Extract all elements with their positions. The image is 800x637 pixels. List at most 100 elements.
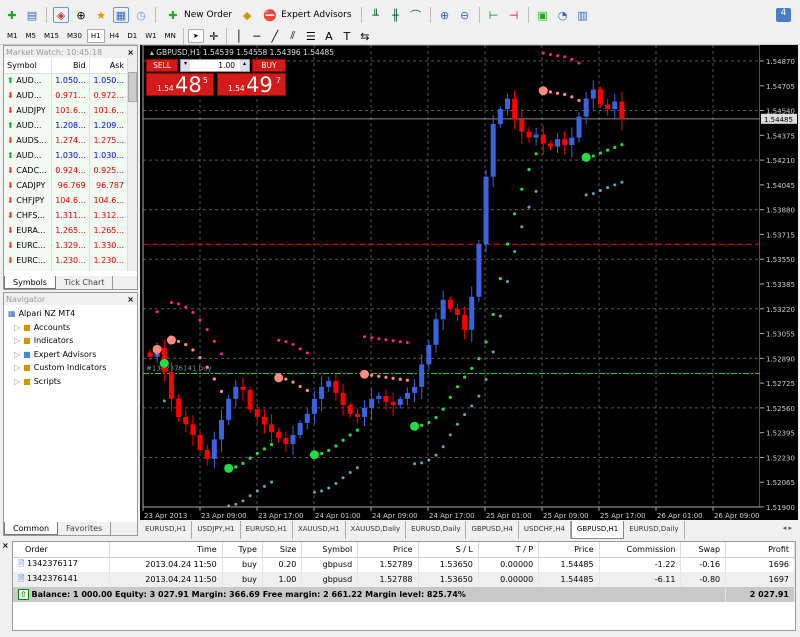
chart-tab[interactable]: EURUSD,Daily <box>406 521 467 539</box>
expand-icon[interactable]: ▷ <box>14 350 20 359</box>
column-header[interactable]: Order <box>13 542 110 558</box>
chart-tab[interactable]: GBPUSD,H1 <box>570 521 625 539</box>
line-chart-icon[interactable]: ⌒ <box>408 7 424 23</box>
tab-common[interactable]: Common <box>4 522 59 535</box>
column-header[interactable]: S / L <box>418 542 479 558</box>
market-watch-icon[interactable]: ◈ <box>53 7 69 23</box>
trade-row[interactable]: 🗎 1342376117 2013.04.24 11:50 buy 0.20 gbpus… <box>13 557 795 572</box>
vertical-line-icon[interactable]: │ <box>231 28 247 44</box>
navigator-item-custom-indicators[interactable]: ▷ ■ Custom Indicators <box>8 361 133 375</box>
market-watch-row[interactable]: ⬇ EURA... 1.265... 1.265... <box>4 223 129 238</box>
buy-button[interactable]: BUY <box>252 59 286 72</box>
column-header[interactable]: T / P <box>478 542 540 558</box>
market-watch-row[interactable]: ⬇ AUD... 0.971... 0.972... <box>4 88 129 103</box>
navigator-root[interactable]: ▦ Alpari NZ MT4 <box>8 307 133 321</box>
timeframe-m1[interactable]: M1 <box>4 29 21 43</box>
market-watch-row[interactable]: ⬇ CADC... 0.924... 0.925... <box>4 163 129 178</box>
expand-icon[interactable]: ▷ <box>14 323 20 332</box>
chart-tab[interactable]: XAUUSD,H1 <box>293 521 346 539</box>
market-watch-row[interactable]: ⬆ AUD... 1.208... 1.209... <box>4 118 129 133</box>
tab-tick-chart[interactable]: Tick Chart <box>56 276 114 289</box>
market-watch-scrollbar[interactable] <box>127 58 137 271</box>
chart-tab[interactable]: XAUUSD,Daily <box>346 521 407 539</box>
column-header[interactable]: Time <box>109 542 223 558</box>
tab-symbols[interactable]: Symbols <box>4 276 56 289</box>
strategy-tester-icon[interactable]: ◷ <box>133 7 149 23</box>
text-icon[interactable]: A <box>321 28 337 44</box>
horizontal-line-icon[interactable]: ─ <box>249 28 265 44</box>
cursor-icon[interactable]: ➤ <box>187 29 204 43</box>
terminal-close-icon[interactable]: × <box>2 541 12 633</box>
lot-decrease-icon[interactable]: ▾ <box>181 60 190 71</box>
profiles-icon[interactable]: ▤ <box>24 7 40 23</box>
sell-button[interactable]: SELL <box>146 59 178 72</box>
candlestick-icon[interactable]: ╫ <box>388 7 404 23</box>
timeframe-m5[interactable]: M5 <box>23 29 40 43</box>
timeframe-mn[interactable]: MN <box>162 29 179 43</box>
expand-icon[interactable]: ▷ <box>14 377 20 386</box>
scrollbar-thumb[interactable] <box>128 72 137 102</box>
column-header[interactable]: Size <box>262 542 303 558</box>
column-header[interactable]: Price <box>538 542 600 558</box>
equidistant-channel-icon[interactable]: ⫽ <box>285 28 301 44</box>
price-chart[interactable]: #1342376141 buy1.548701.547051.545401.54… <box>140 45 798 520</box>
trade-row[interactable]: 🗎 1342376141 2013.04.24 11:50 buy 1.00 gbpus… <box>13 572 795 587</box>
crosshair-icon[interactable]: ✛ <box>206 28 222 44</box>
new-order-button[interactable]: ✚ New Order <box>162 5 235 25</box>
zoom-in-icon[interactable]: ⊕ <box>437 7 453 23</box>
terminal-icon[interactable]: ▦ <box>113 7 129 23</box>
indicators-icon[interactable]: ▣ <box>535 7 551 23</box>
warning-icon[interactable]: ◆ <box>239 7 255 23</box>
market-watch-row[interactable]: ⬇ EURC... 1.230... 1.230... <box>4 253 129 268</box>
expert-advisors-button[interactable]: ⛔ Expert Advisors <box>259 5 354 25</box>
chart-tab[interactable]: USDCHF,H4 <box>519 521 571 539</box>
column-header[interactable]: Type <box>222 542 263 558</box>
chart-tab[interactable]: GBPUSD,H4 <box>466 521 519 539</box>
sell-price-button[interactable]: 1.54 48 5 <box>146 73 214 97</box>
timeframe-d1[interactable]: D1 <box>124 29 140 43</box>
auto-scroll-icon[interactable]: ⊢ <box>486 7 502 23</box>
crosshair-data-window-icon[interactable]: ⊕ <box>73 7 89 23</box>
close-icon[interactable]: × <box>127 48 134 57</box>
column-bid[interactable]: Bid <box>51 58 90 74</box>
expand-icon[interactable]: ▷ <box>14 336 20 345</box>
new-chart-icon[interactable]: ✚ <box>4 7 20 23</box>
market-watch-row[interactable]: ⬆ AUD... 1.050... 1.050... <box>4 73 129 88</box>
trendline-icon[interactable]: ╱ <box>267 28 283 44</box>
column-header[interactable]: Profit <box>725 542 795 558</box>
timeframe-w1[interactable]: W1 <box>142 29 159 43</box>
navigator-item-indicators[interactable]: ▷ ■ Indicators <box>8 334 133 348</box>
market-watch-row[interactable]: ⬇ AUDS... 1.274... 1.275... <box>4 133 129 148</box>
column-header[interactable]: Commission <box>599 542 682 558</box>
navigator-icon[interactable]: ★ <box>93 7 109 23</box>
close-icon[interactable]: × <box>127 295 134 304</box>
chart-tab[interactable]: EURUSD,H1 <box>241 521 293 539</box>
templates-icon[interactable]: ▥ <box>575 7 591 23</box>
market-watch-row[interactable]: ⬆ AUD... 1.030... 1.030... <box>4 148 129 163</box>
column-header[interactable]: Swap <box>680 542 727 558</box>
navigator-item-accounts[interactable]: ▷ ■ Accounts <box>8 321 133 335</box>
tab-favorites[interactable]: Favorites <box>58 522 112 535</box>
market-watch-row[interactable]: ⬇ CHFS... 1.311... 1.312... <box>4 208 129 223</box>
navigator-item-expert-advisors[interactable]: ▷ ■ Expert Advisors <box>8 348 133 362</box>
column-header[interactable]: Symbol <box>301 542 359 558</box>
fibonacci-icon[interactable]: ☰ <box>303 28 319 44</box>
market-watch-row[interactable]: ⬇ EURC... 1.329... 1.330... <box>4 238 129 253</box>
column-symbol[interactable]: Symbol <box>4 58 52 74</box>
buy-price-button[interactable]: 1.54 49 7 <box>217 73 286 97</box>
market-watch-row[interactable]: ⬇ CADJPY 96.769 96.787 <box>4 178 129 193</box>
lot-increase-icon[interactable]: ▴ <box>240 60 249 71</box>
timeframe-h4[interactable]: H4 <box>107 29 123 43</box>
chart-shift-icon[interactable]: ⊣ <box>506 7 522 23</box>
chart-window[interactable]: #1342376141 buy 1.54870 1.54705 1.54540 1.54… <box>140 45 798 520</box>
expand-icon[interactable]: ▷ <box>14 363 20 372</box>
bar-chart-icon[interactable]: ╨ <box>368 7 384 23</box>
market-watch-row[interactable]: ⬇ CHFJPY 104.6... 104.6... <box>4 193 129 208</box>
timeframe-h1[interactable]: H1 <box>86 29 105 43</box>
timeframe-m30[interactable]: M30 <box>64 29 85 43</box>
zoom-out-icon[interactable]: ⊖ <box>457 7 473 23</box>
text-label-icon[interactable]: T <box>339 28 355 44</box>
chart-tab[interactable]: EURUSD,Daily <box>624 521 685 539</box>
navigator-item-scripts[interactable]: ▷ ■ Scripts <box>8 375 133 389</box>
chart-tab[interactable]: USDJPY,H1 <box>192 521 241 539</box>
